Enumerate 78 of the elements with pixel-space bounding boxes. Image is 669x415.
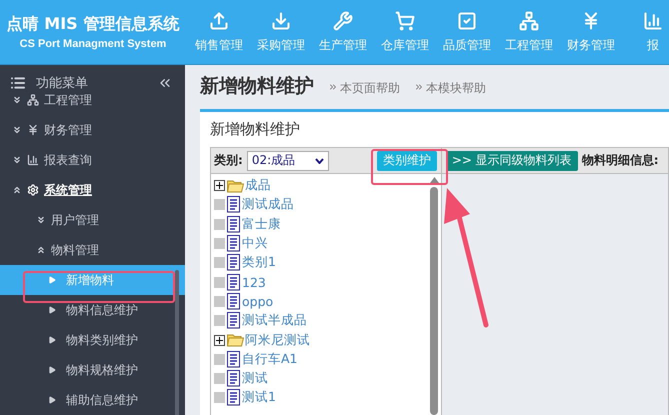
document-icon — [227, 254, 241, 272]
nav-item[interactable]: 工程管理 — [498, 0, 560, 64]
brand-title: 点晴 MIS 管理信息系统 — [6, 14, 180, 35]
play-icon — [48, 276, 56, 284]
document-icon — [227, 312, 241, 330]
page-title: 新增物料维护 — [200, 74, 314, 99]
check-icon — [457, 10, 477, 30]
gear-icon — [27, 184, 39, 196]
network-icon — [519, 10, 539, 30]
yen-icon — [27, 124, 39, 136]
tree-item[interactable]: 测试1 — [211, 388, 427, 408]
chevrons-right-icon — [328, 82, 338, 92]
menu-item[interactable]: 用户管理 — [0, 205, 185, 235]
nav-item[interactable]: 品质管理 — [436, 0, 498, 64]
document-icon — [227, 274, 241, 291]
folder-icon — [227, 178, 244, 193]
dropdown-caret-icon — [314, 158, 324, 164]
download-icon — [271, 10, 291, 30]
category-maintain-button[interactable]: 类别维护 — [376, 150, 437, 170]
document-icon — [227, 216, 241, 233]
tree-item[interactable]: 测试半成品 — [211, 311, 427, 330]
scrollbar[interactable] — [175, 270, 179, 415]
list-icon — [10, 75, 26, 91]
play-icon — [48, 336, 56, 344]
menu-item[interactable]: 系统管理 — [0, 175, 185, 205]
nav-item[interactable]: 生产管理 — [312, 0, 374, 64]
document-icon — [227, 370, 241, 388]
plus-icon[interactable] — [214, 334, 225, 346]
help-link[interactable]: 本模块帮助 — [426, 80, 486, 97]
menu-item[interactable]: 报表查询 — [0, 145, 185, 175]
help-link[interactable]: 本页面帮助 — [340, 80, 400, 97]
cart-icon — [395, 10, 415, 30]
chart-icon — [643, 10, 663, 30]
document-icon — [227, 235, 241, 252]
tree-item[interactable]: 自行车A1 — [211, 350, 427, 369]
plus-icon[interactable] — [214, 180, 225, 192]
document-icon — [227, 389, 241, 406]
document-icon — [227, 196, 241, 214]
panel-title: 新增物料维护 — [210, 120, 301, 140]
nav-item[interactable]: 报 — [622, 0, 669, 64]
tree-item[interactable]: 测试成品 — [211, 195, 427, 215]
menu-item[interactable]: 物料规格维护 — [0, 355, 185, 385]
brand-subtitle: CS Port Managment System — [20, 38, 166, 50]
document-icon — [227, 292, 241, 310]
tree-item[interactable]: oppo — [211, 292, 427, 312]
play-icon — [48, 366, 56, 374]
tree-item[interactable]: 类别1 — [211, 253, 427, 272]
menu-item[interactable]: 财务管理 — [0, 115, 185, 145]
tree-item[interactable]: 富士康 — [211, 214, 427, 234]
nav-item[interactable]: 采购管理 — [250, 0, 312, 64]
category-label: 类别: — [214, 152, 243, 169]
nav-item[interactable]: 仓库管理 — [374, 0, 436, 64]
scroll-arrow-icon[interactable] — [430, 177, 438, 183]
menu-item[interactable]: 辅助信息维护 — [0, 385, 185, 415]
sidebar-title: 功能菜单 — [36, 75, 89, 92]
chart-icon — [27, 154, 39, 166]
show-list-button[interactable]: >> 显示同级物料列表 — [446, 150, 578, 170]
nav-item[interactable]: 财务管理 — [560, 0, 622, 64]
tree-item[interactable]: 阿米尼测试 — [211, 330, 427, 350]
play-icon — [48, 306, 56, 314]
menu-item[interactable]: 新增物料 — [0, 265, 185, 295]
chevrons-right-icon — [414, 82, 424, 92]
detail-label: 物料明细信息: — [582, 152, 659, 169]
play-icon — [48, 396, 56, 404]
wrench-icon — [333, 10, 353, 30]
tree-item[interactable]: 成品 — [211, 176, 427, 196]
upload-icon — [209, 10, 229, 30]
menu-item[interactable]: 物料类别维护 — [0, 325, 185, 355]
network-icon — [27, 94, 39, 106]
tree-item[interactable]: 测试 — [211, 368, 427, 388]
tree-item[interactable]: 中兴 — [211, 234, 427, 254]
menu-item[interactable]: 物料信息维护 — [0, 295, 185, 325]
document-icon — [227, 350, 241, 368]
category-select[interactable]: 02:成品 — [246, 150, 329, 170]
menu-item[interactable]: 物料管理 — [0, 235, 185, 265]
tree-item[interactable]: 123 — [211, 272, 427, 292]
nav-item[interactable]: 销售管理 — [188, 0, 250, 64]
folder-icon — [227, 333, 244, 348]
